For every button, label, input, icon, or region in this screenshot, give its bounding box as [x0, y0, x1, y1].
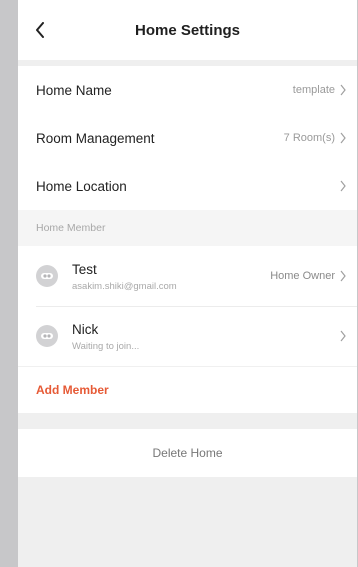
- back-button[interactable]: [30, 18, 50, 42]
- room-management-right: 7 Room(s): [284, 132, 347, 144]
- member-name: Nick: [72, 321, 99, 337]
- member-row-test[interactable]: Test asakim.shiki@gmail.com Home Owner: [18, 246, 357, 306]
- background-left: [0, 0, 18, 567]
- app-screen: Home Settings Home Name template Room Ma…: [18, 0, 357, 567]
- home-member-section-label: Home Member: [18, 210, 357, 246]
- page-title: Home Settings: [134, 21, 240, 39]
- chevron-right-icon: [340, 270, 346, 282]
- member-name: Test: [72, 261, 97, 277]
- home-name-right: template: [293, 84, 347, 96]
- header-bar: Home Settings: [18, 0, 357, 60]
- avatar-glyph: [41, 273, 53, 279]
- member-info: Nick Waiting to join...: [72, 321, 335, 352]
- home-location-label: Home Location: [36, 178, 127, 194]
- home-name-row[interactable]: Home Name template: [18, 66, 357, 114]
- member-list: Test asakim.shiki@gmail.com Home Owner N…: [18, 246, 357, 413]
- chevron-right-icon: [340, 84, 346, 96]
- default-avatar-icon: [36, 325, 58, 347]
- spacer: [18, 413, 357, 429]
- home-location-row[interactable]: Home Location: [18, 162, 357, 210]
- chevron-right-icon: [340, 132, 346, 144]
- default-avatar-icon: [36, 265, 58, 287]
- member-info: Test asakim.shiki@gmail.com: [72, 261, 270, 292]
- room-management-label: Room Management: [36, 130, 155, 146]
- settings-list: Home Name template Room Management 7 Roo…: [18, 66, 357, 210]
- delete-home-button[interactable]: Delete Home: [18, 429, 357, 477]
- chevron-right-icon: [340, 180, 346, 192]
- chevron-right-icon: [340, 330, 346, 342]
- member-status: Waiting to join...: [72, 340, 140, 352]
- home-name-value: template: [292, 84, 335, 96]
- home-name-label: Home Name: [36, 82, 112, 98]
- room-count-value: 7 Room(s): [283, 132, 335, 144]
- add-member-button[interactable]: Add Member: [18, 366, 357, 413]
- home-location-right: [335, 180, 347, 192]
- member-email: asakim.shiki@gmail.com: [72, 280, 177, 292]
- avatar-glyph: [41, 333, 53, 339]
- chevron-left-icon: [36, 22, 44, 38]
- member-row-nick[interactable]: Nick Waiting to join...: [18, 306, 357, 366]
- member-role: Home Owner: [270, 270, 335, 282]
- room-management-row[interactable]: Room Management 7 Room(s): [18, 114, 357, 162]
